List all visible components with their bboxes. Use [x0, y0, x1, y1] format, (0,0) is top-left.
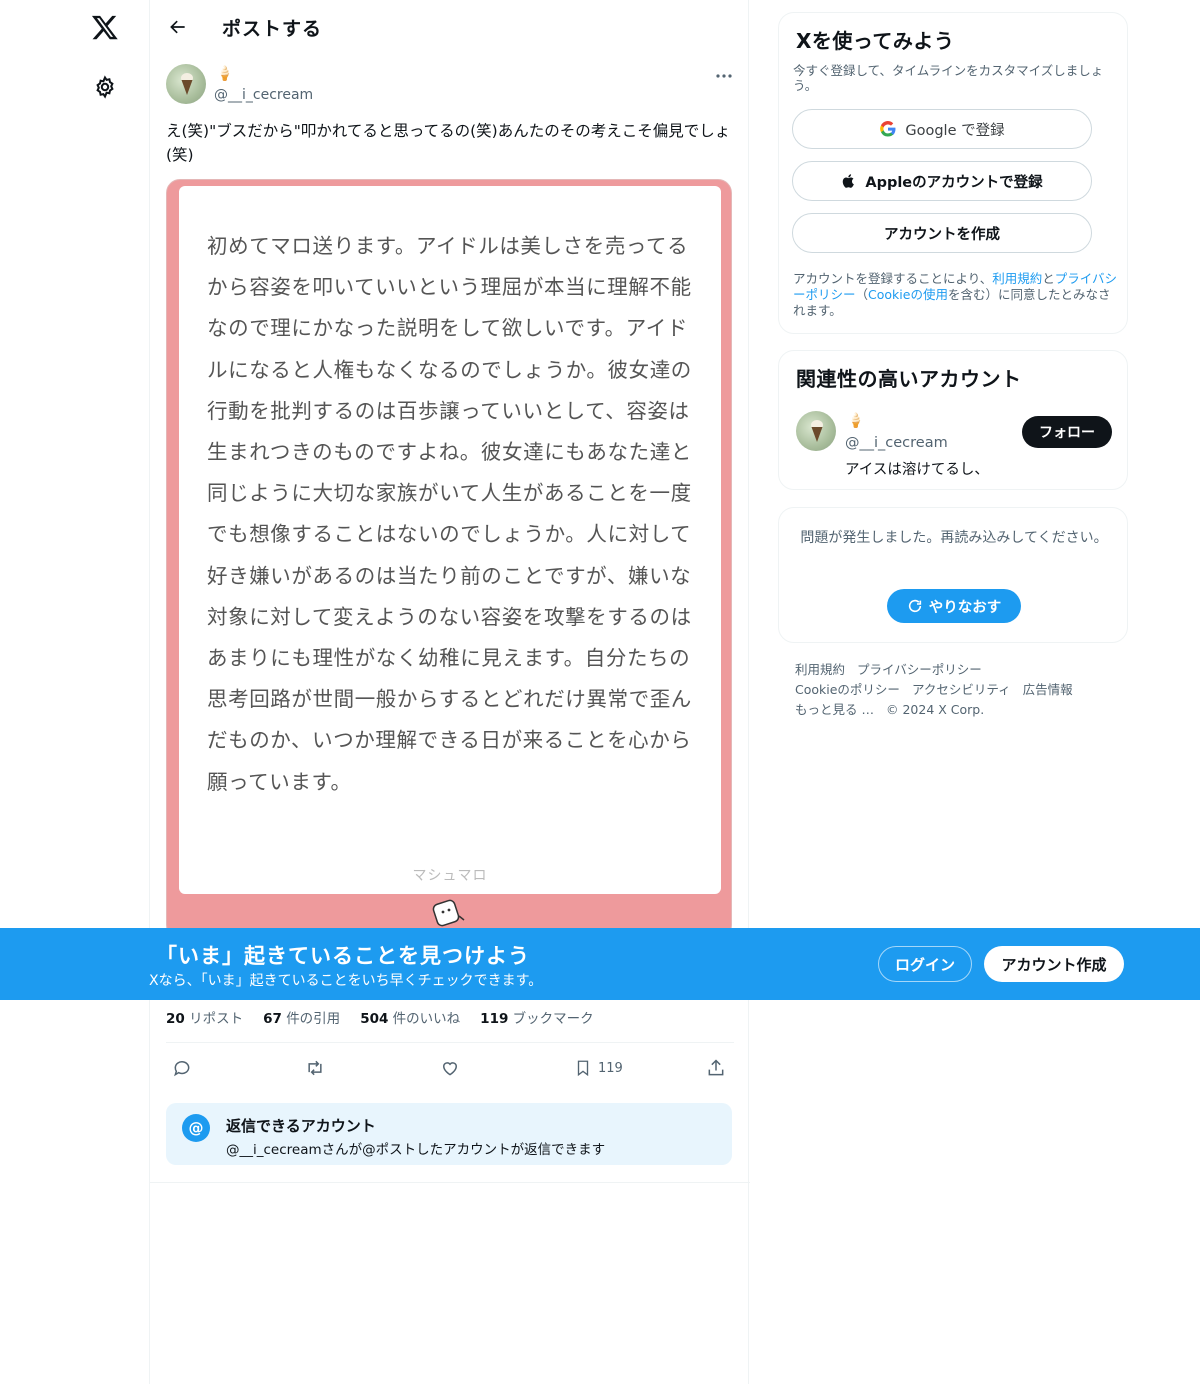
google-signup-label: Google で登録 [905, 122, 1005, 139]
like-icon[interactable] [440, 1056, 460, 1080]
login-button[interactable]: ログイン [878, 946, 972, 982]
marshmallow-mascot-icon [432, 899, 465, 927]
bookmarks-stat[interactable]: 119 ブックマーク [480, 1007, 593, 1029]
left-nav [0, 0, 150, 1384]
apple-signup-button[interactable]: Appleのアカウントで登録 [792, 161, 1092, 201]
reply-restriction-subtitle: @__i_cecreamさんが@ポストしたアカウントが返信できます [226, 1142, 606, 1158]
avatar[interactable] [796, 411, 836, 451]
legal-prefix: アカウントを登録することにより、 [793, 271, 993, 286]
create-account-button[interactable]: アカウントを作成 [792, 213, 1092, 253]
legal-and: と [1042, 271, 1055, 286]
marshmallow-message: 初めてマロ送ります。アイドルは美しさを売ってるから容姿を叩いていいという理屈が本… [207, 234, 692, 794]
marshmallow-brand: マシュマロ [412, 868, 488, 884]
legal-paren: （ [855, 287, 869, 302]
relevant-accounts-title: 関連性の高いアカウント [796, 367, 1022, 391]
google-signup-button[interactable]: Google で登録 [792, 109, 1092, 149]
author-handle[interactable]: @__i_cecream [214, 87, 313, 103]
error-message: 問題が発生しました。再読み込みしてください。 [800, 530, 1108, 546]
bookmark-button[interactable]: 119 [574, 1056, 623, 1080]
terms-link[interactable]: 利用規約 [992, 271, 1042, 286]
avatar[interactable] [166, 64, 206, 104]
page-title: ポストする [222, 18, 323, 40]
account-handle[interactable]: @__i_cecream [845, 435, 948, 451]
signup-subtitle: 今すぐ登録して、タイムラインをカスタマイズしましょう。 [793, 63, 1104, 93]
reposts-stat[interactable]: 20 リポスト [166, 1007, 243, 1029]
repost-icon[interactable] [304, 1056, 326, 1080]
arrow-left-icon[interactable] [164, 13, 192, 41]
likes-stat[interactable]: 504 件のいいね [360, 1007, 460, 1029]
post-text: え(笑)"ブスだから"叩かれてると思ってるの(笑)あんたのその考えこそ偏見でしょ… [166, 122, 731, 164]
marshmallow-card: 初めてマロ送ります。アイドルは美しさを売ってるから容姿を叩いていいという理屈が本… [179, 186, 721, 894]
bookmark-count: 119 [598, 1060, 623, 1076]
reply-restriction-title: 返信できるアカウント [226, 1117, 376, 1135]
footer-accessibility-link[interactable]: アクセシビリティ [912, 682, 1011, 697]
at-sign-icon: @ [182, 1114, 210, 1142]
google-icon [880, 121, 896, 137]
more-options-icon[interactable] [712, 66, 736, 86]
error-panel: 問題が発生しました。再読み込みしてください。 やりなおす [778, 507, 1128, 643]
footer-more-link[interactable]: もっと見る … [795, 702, 874, 717]
footer-copyright: © 2024 X Corp. [885, 702, 985, 717]
sidebar-footer: 利用規約 プライバシーポリシー Cookieのポリシー アクセシビリティ 広告情報 も… [795, 660, 1115, 720]
gear-icon[interactable] [92, 74, 118, 100]
post-stats: 20 リポスト 67 件の引用 504 件のいいね 119 ブックマーク [166, 1007, 736, 1029]
cookie-link[interactable]: Cookieの使用 [868, 287, 948, 302]
main-column: ポストする 🍦 @__i_cecream え(笑)"ブスだから"叩かれてると思っ… [149, 0, 750, 1384]
divider [166, 1042, 734, 1043]
footer-terms-link[interactable]: 利用規約 [795, 662, 845, 677]
relevant-accounts-panel: 関連性の高いアカウント 🍦 @__i_cecream アイスは溶けてるし、 フォ… [778, 350, 1128, 490]
footer-cookie-link[interactable]: Cookieのポリシー [795, 682, 900, 697]
apple-icon [843, 174, 855, 188]
apple-signup-label: Appleのアカウントで登録 [865, 174, 1043, 191]
footer-ads-link[interactable]: 広告情報 [1023, 682, 1073, 697]
post-author: 🍦 @__i_cecream [166, 64, 736, 108]
bookmark-icon [577, 1060, 589, 1077]
signup-title: Xを使ってみよう [796, 29, 955, 53]
signup-button[interactable]: アカウント作成 [984, 946, 1124, 982]
quotes-stat[interactable]: 67 件の引用 [263, 1007, 340, 1029]
retry-label: やりなおす [928, 599, 1002, 616]
author-name-emoji[interactable]: 🍦 [216, 66, 233, 82]
banner-subtitle: Xなら、「いま」起きていることをいち早くチェックできます。 [149, 973, 543, 989]
post-actions: 119 [166, 1052, 734, 1084]
signup-panel: Xを使ってみよう 今すぐ登録して、タイムラインをカスタマイズしましょう。 Goo… [778, 12, 1128, 334]
reply-icon[interactable] [172, 1056, 192, 1080]
login-banner: 「いま」起きていることを見つけよう Xなら、「いま」起きていることをいち早くチェ… [0, 928, 1200, 1000]
page-header: ポストする [150, 0, 750, 54]
divider [150, 1182, 750, 1183]
post-media-card[interactable]: 初めてマロ送ります。アイドルは美しさを売ってるから容姿を叩いていいという理屈が本… [166, 179, 732, 939]
refresh-icon [908, 599, 921, 613]
account-bio: アイスは溶けてるし、 [845, 462, 989, 478]
footer-privacy-link[interactable]: プライバシーポリシー [857, 662, 982, 677]
account-name-emoji[interactable]: 🍦 [847, 413, 864, 429]
share-icon[interactable] [706, 1056, 726, 1080]
signup-legal-text: アカウントを登録することにより、利用規約とプライバシーポリシー（Cookieの使… [793, 271, 1119, 319]
banner-title: 「いま」起きていることを見つけよう [156, 944, 530, 968]
retry-button[interactable]: やりなおす [887, 589, 1021, 623]
follow-button[interactable]: フォロー [1022, 416, 1112, 448]
reply-restriction-notice: @ 返信できるアカウント @__i_cecreamさんが@ポストしたアカウントが… [166, 1103, 732, 1165]
x-logo-icon[interactable] [88, 10, 122, 44]
